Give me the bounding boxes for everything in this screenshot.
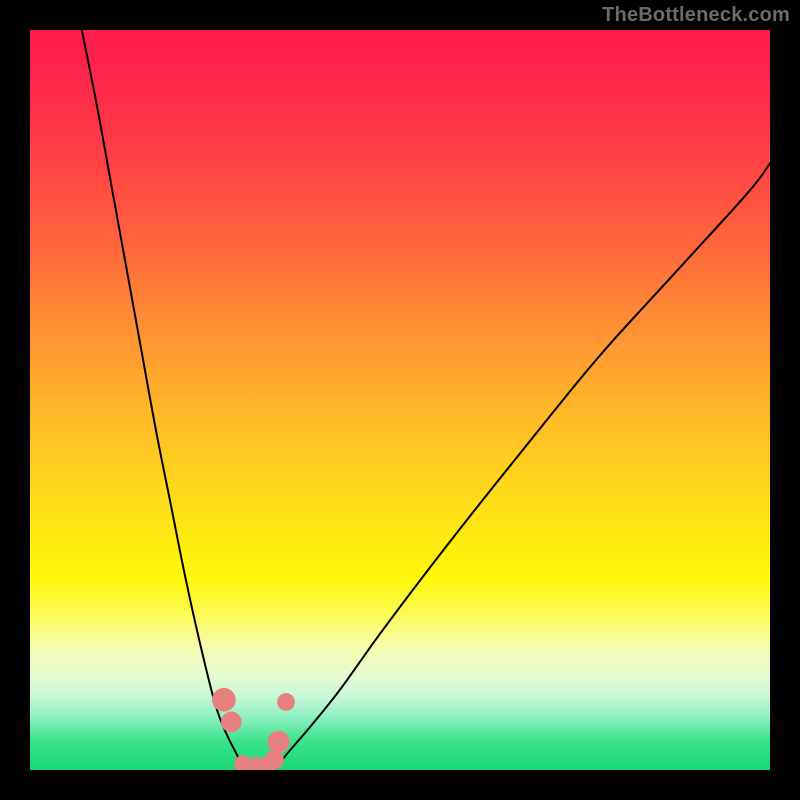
chart-svg — [30, 30, 770, 770]
marker-group — [212, 688, 295, 770]
marker-left-lower-blob — [221, 712, 242, 733]
left-curve — [82, 30, 245, 770]
right-curve — [274, 163, 770, 770]
chart-frame: TheBottleneck.com — [0, 0, 800, 800]
marker-right-top-dot — [277, 693, 295, 711]
marker-right-mid-blob — [268, 731, 290, 753]
marker-left-top-blob — [212, 688, 236, 712]
curve-group — [82, 30, 770, 770]
plot-area — [30, 30, 770, 770]
watermark-text: TheBottleneck.com — [602, 4, 790, 27]
